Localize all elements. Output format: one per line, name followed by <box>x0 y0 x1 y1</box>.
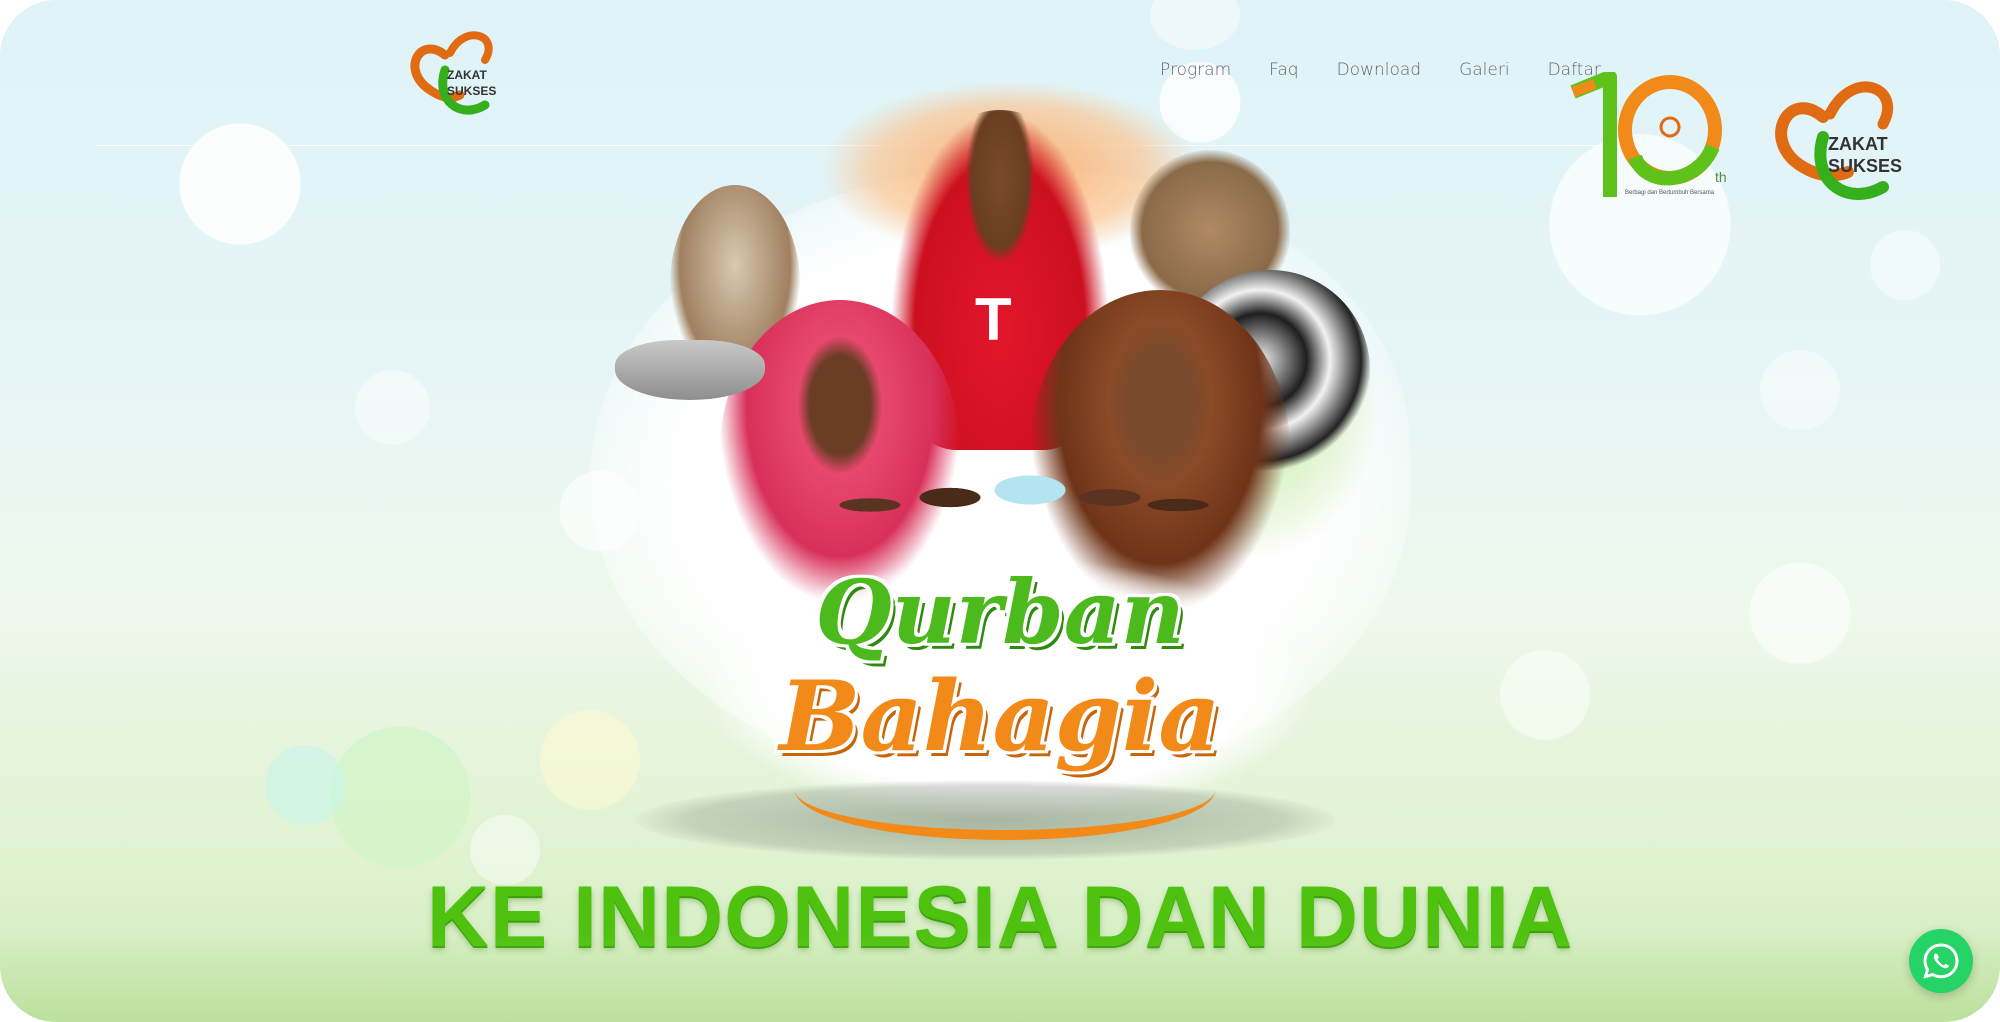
logo-text-sukses: SUKSES <box>447 84 496 98</box>
hero-poster: T Qurban Bahagia <box>590 80 1410 860</box>
bokeh-light <box>265 745 345 825</box>
bokeh-light <box>1760 350 1840 430</box>
nav-program[interactable]: Program <box>1160 60 1231 80</box>
grass-strip <box>0 932 2000 1022</box>
anniversary-10th-logo: th Berbagi dan Bertumbuh Bersama <box>1565 70 1740 202</box>
anniversary-emblem-icon: th Berbagi dan Bertumbuh Bersama <box>1570 70 1727 197</box>
hero-title-qurban: Qurban <box>815 560 1185 664</box>
bokeh-light <box>1150 0 1240 50</box>
whatsapp-button[interactable] <box>1909 929 1973 993</box>
metal-bowl-image <box>615 340 765 400</box>
main-nav: Program Faq Download Galeri Daftar <box>1160 60 1601 80</box>
logo-text-zakat: ZAKAT <box>1828 134 1888 154</box>
zakat-sukses-logo[interactable]: ZAKAT SUKSES <box>405 25 515 115</box>
page-frame: ZAKAT SUKSES Program Faq Download Galeri… <box>0 0 2000 1022</box>
anniversary-suffix: th <box>1715 169 1727 185</box>
whatsapp-icon <box>1923 943 1959 979</box>
zakat-sukses-emblem-icon: ZAKAT SUKSES <box>1775 81 1902 200</box>
bokeh-light <box>1500 650 1590 740</box>
nav-galeri[interactable]: Galeri <box>1459 60 1510 80</box>
logo-text-sukses: SUKSES <box>1828 156 1902 176</box>
children-group-image <box>810 430 1210 580</box>
jersey-logo: T <box>975 286 1012 353</box>
zakat-sukses-logo-large: ZAKAT SUKSES <box>1768 72 1928 202</box>
zakat-sukses-emblem-icon: ZAKAT SUKSES <box>410 31 496 115</box>
bokeh-light <box>1870 230 1940 300</box>
anniversary-tagline: Berbagi dan Bertumbuh Bersama <box>1625 190 1715 196</box>
bokeh-light <box>355 370 430 445</box>
hero-title-underline <box>795 740 1215 840</box>
nav-faq[interactable]: Faq <box>1269 60 1298 80</box>
nav-download[interactable]: Download <box>1337 60 1422 80</box>
logo-text-zakat: ZAKAT <box>447 68 487 82</box>
